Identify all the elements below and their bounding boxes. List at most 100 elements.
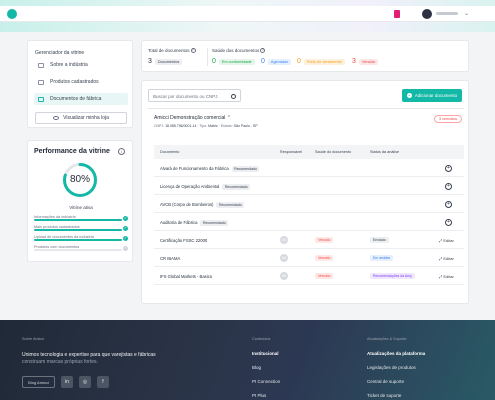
- expired-count-badge: 3 vencidos: [433, 115, 462, 123]
- footer-link[interactable]: Institucional: [252, 351, 279, 356]
- documents-stats-card: Total de documentos? 3 Documentos Saúde …: [141, 40, 469, 72]
- checklist-bar-fill: [34, 239, 122, 241]
- box-icon: [38, 79, 44, 85]
- user-avatar[interactable]: [422, 9, 432, 19]
- cnpj-value: 18.085.796/0001-14: [165, 124, 197, 128]
- recommended-tag: Recomendado: [231, 166, 260, 172]
- document-name-text: Licença de Operação Ambiental: [160, 184, 220, 189]
- check-icon: ✓: [123, 246, 128, 251]
- company-meta: CNPJ: 18.085.796/0001-14 · Tipo: Matriz …: [154, 124, 258, 128]
- stat-vencido[interactable]: 3 Vencido: [352, 58, 379, 65]
- document-name: AVCB (Corpo de Bombeiros) Recomendado: [160, 202, 245, 208]
- add-circle-icon[interactable]: +: [445, 182, 452, 190]
- search-input[interactable]: Buscar por documento ou CNPJ: [148, 89, 241, 102]
- health-badge: Vencido: [315, 237, 334, 243]
- help-icon[interactable]: ?: [190, 48, 196, 54]
- menu-item-produtos[interactable]: Produtos cadastrados: [34, 76, 128, 88]
- column-header: Saúde do documento: [315, 150, 352, 154]
- edit-label: Editar: [443, 255, 454, 261]
- blog-button[interactable]: Blog Amicci: [22, 376, 55, 388]
- footer-tagline-line: construam marcas próprias fortes.: [22, 359, 98, 365]
- responsible-avatar: AS: [280, 254, 288, 262]
- factory-icon: [38, 62, 44, 68]
- stat-perto-vencimento[interactable]: 0 Perto do vencimento: [297, 58, 345, 65]
- check-icon: ✓: [123, 236, 128, 241]
- status-badge: Em análise: [370, 255, 394, 261]
- visit-store-label: Visualizar minha loja: [63, 115, 109, 121]
- search-icon[interactable]: [231, 93, 236, 99]
- check-icon: ✓: [123, 226, 128, 231]
- menu-item-sobre[interactable]: Sobre a indústria: [34, 59, 128, 71]
- menu-item-label: Documentos de fábrica: [50, 96, 102, 102]
- document-name: Licença de Operação Ambiental Recomendado: [160, 184, 251, 190]
- column-header: Documento: [160, 150, 180, 154]
- total-documents-heading-label: Total de documentos: [148, 48, 190, 53]
- document-name: Certificação FSSC 22000: [160, 238, 208, 243]
- visit-store-button[interactable]: Visualizar minha loja: [35, 112, 127, 124]
- stat-label: Agendado: [267, 58, 292, 65]
- menu-item-label: Sobre a indústria: [50, 62, 88, 68]
- stat-em-conformidade[interactable]: 0 Em conformidade: [212, 58, 255, 65]
- footer-link[interactable]: Central de suporte: [367, 379, 404, 384]
- company-name[interactable]: Amicci Demonstração comercial ⌃: [154, 115, 231, 121]
- stat-label: Documentos: [154, 58, 183, 65]
- stat-label: Em conformidade: [218, 58, 255, 65]
- chevron-down-icon[interactable]: ⌄: [464, 10, 469, 17]
- type-label: Tipo:: [199, 124, 208, 128]
- performance-card: Performance da vitrine i 80% Vitrine ati…: [27, 140, 133, 262]
- company-name-text: Amicci Demonstração comercial: [154, 115, 226, 121]
- checklist-bar-fill: [34, 229, 122, 231]
- footer-link[interactable]: Atualizações da plataforma: [367, 351, 425, 356]
- check-icon: ✓: [123, 216, 128, 221]
- footer-link[interactable]: PI Connection: [252, 379, 280, 384]
- vitrine-menu-card: Gerenciador da vitrine Sobre a indústria…: [27, 40, 133, 128]
- footer: Sobre Amicci Unimos tecnologia e experti…: [0, 320, 495, 400]
- checklist-item: Informações da indústria ✓: [34, 215, 128, 223]
- facebook-icon[interactable]: f: [97, 376, 109, 388]
- footer-link[interactable]: PI Plus: [252, 393, 266, 398]
- stat-number: 0: [212, 58, 216, 65]
- amicci-logo[interactable]: [7, 9, 17, 19]
- responsible-avatar: AS: [280, 236, 288, 244]
- add-document-button[interactable]: + Adicionar documento: [402, 89, 462, 102]
- stat-label: Vencido: [358, 58, 379, 65]
- instagram-icon[interactable]: ◎: [79, 376, 91, 388]
- chevron-up-icon[interactable]: ⌃: [227, 115, 231, 121]
- status-badge: Recomendações da Amy: [370, 273, 415, 279]
- info-icon[interactable]: i: [118, 148, 125, 155]
- linkedin-icon[interactable]: in: [61, 376, 73, 388]
- performance-subtitle: Vitrine ativa: [69, 205, 93, 210]
- checklist-bar: [34, 229, 122, 231]
- help-icon[interactable]: ?: [260, 48, 266, 54]
- edit-button[interactable]: ⤢ Editar: [439, 256, 454, 261]
- edit-button[interactable]: ⤢ Editar: [439, 238, 454, 243]
- add-circle-icon[interactable]: +: [445, 200, 452, 208]
- edit-icon: ⤢: [439, 273, 443, 279]
- checklist-item: Upload de documentos da indústria ✓: [34, 235, 128, 243]
- column-header: Status da análise: [370, 150, 400, 154]
- table-row: Alvará de Funcionamento da Fábrica Recome…: [154, 160, 464, 177]
- footer-link[interactable]: Ticket de suporte: [367, 393, 401, 398]
- recommended-tag: Recomendado: [222, 184, 251, 190]
- search-placeholder: Buscar por documento ou CNPJ: [153, 93, 218, 99]
- documents-health-heading: Saúde dos documentos?: [212, 48, 266, 54]
- document-icon: [38, 96, 44, 102]
- menu-item-documentos[interactable]: Documentos de fábrica: [34, 93, 128, 105]
- add-circle-icon[interactable]: +: [445, 218, 452, 226]
- footer-link[interactable]: Legislações de produtos: [367, 365, 416, 370]
- footer-col2-title: Conteúdos: [252, 337, 271, 341]
- document-name: Alvará de Funcionamento da Fábrica Recome…: [160, 166, 260, 172]
- user-name-placeholder[interactable]: [436, 12, 458, 15]
- edit-icon: ⤢: [439, 255, 443, 261]
- stat-agendado[interactable]: 0 Agendado: [261, 58, 292, 65]
- stat-number: 0: [261, 58, 265, 65]
- notification-badge[interactable]: [394, 10, 400, 18]
- edit-button[interactable]: ⤢ Editar: [439, 274, 454, 279]
- plus-icon: +: [406, 93, 412, 98]
- edit-icon: ⤢: [439, 237, 443, 243]
- table-row: Certificação FSSC 22000 AS Vencido Envia…: [154, 232, 464, 249]
- table-row: Auditoria de Fábrica Recomendado +: [154, 214, 464, 231]
- footer-link[interactable]: Blog: [252, 365, 261, 370]
- add-circle-icon[interactable]: +: [445, 164, 452, 172]
- stat-number: 3: [148, 58, 152, 65]
